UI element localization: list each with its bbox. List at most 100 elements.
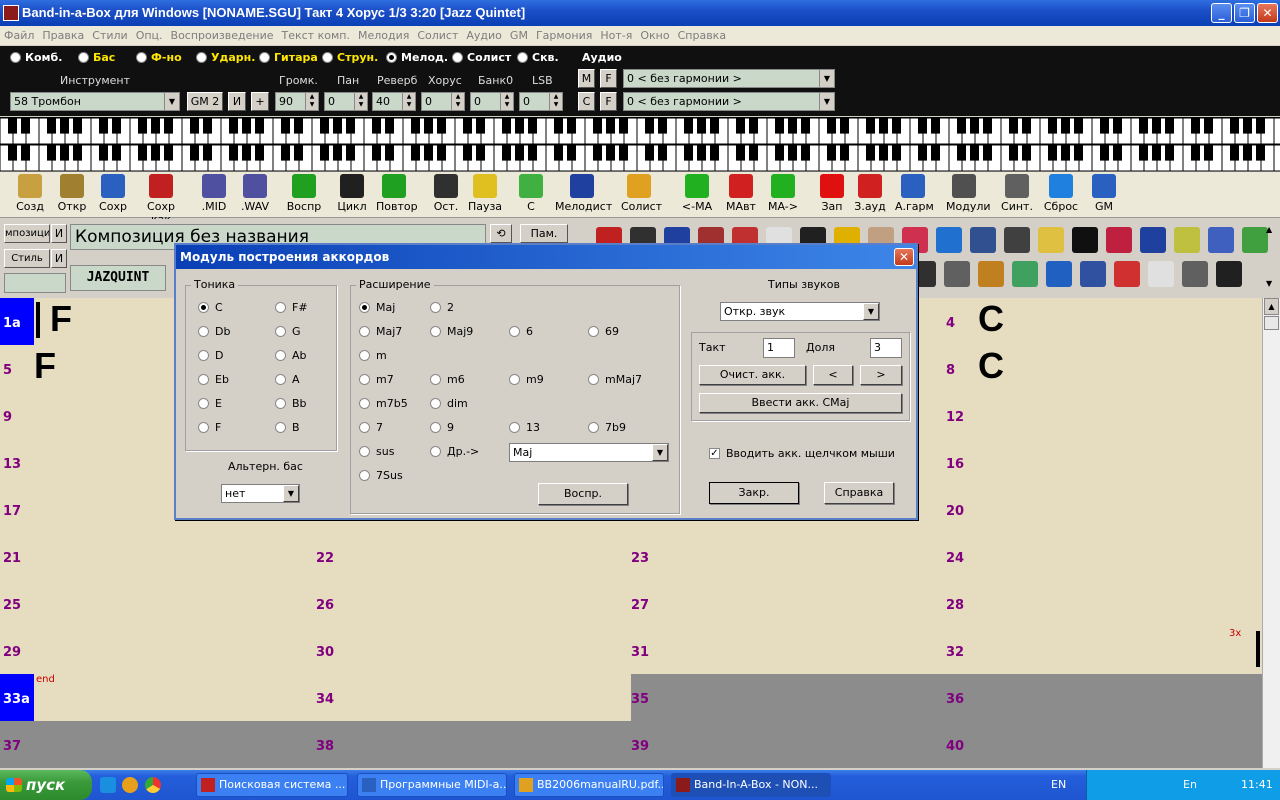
bar-number[interactable]: 31 <box>631 645 649 660</box>
bar-number[interactable]: 34 <box>316 692 334 707</box>
black-key[interactable] <box>606 145 615 161</box>
black-key[interactable] <box>8 145 17 161</box>
piano-keyboard[interactable] <box>0 117 1280 172</box>
black-key[interactable] <box>1061 118 1070 134</box>
black-key[interactable] <box>775 145 784 161</box>
black-key[interactable] <box>658 118 667 134</box>
black-key[interactable] <box>294 145 303 161</box>
style-button[interactable]: Стиль <box>4 249 50 268</box>
black-key[interactable] <box>606 118 615 134</box>
black-key[interactable] <box>918 118 927 134</box>
tool-icon-10[interactable] <box>936 227 962 253</box>
black-key[interactable] <box>190 145 199 161</box>
black-key[interactable] <box>593 145 602 161</box>
audio-c-button[interactable]: C <box>578 92 595 111</box>
black-key[interactable] <box>476 145 485 161</box>
black-key[interactable] <box>866 145 875 161</box>
part-radio-7[interactable]: Солист <box>452 51 511 64</box>
black-key[interactable] <box>463 118 472 134</box>
chord-symbol[interactable]: C <box>978 345 1004 387</box>
bar-number[interactable]: 29 <box>3 645 21 660</box>
black-key[interactable] <box>21 145 30 161</box>
toolbar-button-10[interactable]: Пауза <box>467 174 503 213</box>
tonic-radio[interactable]: Eb <box>198 373 229 386</box>
black-key[interactable] <box>593 118 602 134</box>
black-key[interactable] <box>866 118 875 134</box>
bar-number[interactable]: 24 <box>946 551 964 566</box>
close-dialog-button[interactable]: Закр. <box>709 482 799 504</box>
black-key[interactable] <box>1152 118 1161 134</box>
black-key[interactable] <box>1204 118 1213 134</box>
panel-scroll-up-icon[interactable]: ▲ <box>1266 225 1272 234</box>
black-key[interactable] <box>333 145 342 161</box>
black-key[interactable] <box>931 145 940 161</box>
tonic-radio[interactable]: C <box>198 301 223 314</box>
reverb-spinner[interactable]: 40 ▲ ▼ <box>372 92 416 111</box>
bar-number[interactable]: 4 <box>946 316 955 331</box>
extension-radio[interactable]: Maj9 <box>430 325 473 338</box>
tonic-radio[interactable]: Db <box>198 325 230 338</box>
black-key[interactable] <box>203 118 212 134</box>
bar-number[interactable]: 1a <box>3 316 21 331</box>
black-key[interactable] <box>1204 145 1213 161</box>
black-key[interactable] <box>528 145 537 161</box>
audio-f-button-2[interactable]: F <box>600 92 617 111</box>
black-key[interactable] <box>47 145 56 161</box>
black-key[interactable] <box>684 118 693 134</box>
extension-radio[interactable]: dim <box>430 397 468 410</box>
part-radio-5[interactable]: Струн. <box>322 51 378 64</box>
tonic-radio[interactable]: F# <box>275 301 308 314</box>
black-key[interactable] <box>983 118 992 134</box>
instrument-i-button[interactable]: И <box>228 92 246 111</box>
toolbar-button-11[interactable]: С <box>513 174 549 213</box>
bar-number[interactable]: 35 <box>631 692 649 707</box>
black-key[interactable] <box>1230 118 1239 134</box>
black-key[interactable] <box>502 145 511 161</box>
black-key[interactable] <box>1165 118 1174 134</box>
tool-icon-17[interactable] <box>1174 227 1200 253</box>
black-key[interactable] <box>892 118 901 134</box>
tonic-radio[interactable]: D <box>198 349 223 362</box>
extension-radio[interactable]: m7 <box>359 373 394 386</box>
close-button[interactable]: ✕ <box>1257 3 1278 23</box>
black-key[interactable] <box>1113 145 1122 161</box>
bar-number[interactable]: 30 <box>316 645 334 660</box>
tool-icon-14[interactable] <box>1072 227 1098 253</box>
bar-number[interactable]: 40 <box>946 739 964 754</box>
memory-button[interactable]: Пам. <box>520 224 568 243</box>
black-key[interactable] <box>567 118 576 134</box>
black-key[interactable] <box>567 145 576 161</box>
black-key[interactable] <box>372 145 381 161</box>
harmony-select-2[interactable]: 0 < без гармонии > ▼ <box>623 92 835 111</box>
black-key[interactable] <box>112 145 121 161</box>
toolbar-button-19[interactable]: А.гарм <box>895 174 934 213</box>
extension-radio[interactable]: 69 <box>588 325 619 338</box>
part-radio-0[interactable]: Комб. <box>10 51 62 64</box>
extension-radio[interactable]: 9 <box>430 421 454 434</box>
instrument-plus-button[interactable]: + <box>251 92 269 111</box>
black-key[interactable] <box>281 118 290 134</box>
menu-item[interactable]: Опц. <box>132 26 167 45</box>
black-key[interactable] <box>60 118 69 134</box>
refresh-icon[interactable]: ⟲ <box>490 224 512 243</box>
tonic-radio[interactable]: E <box>198 397 222 410</box>
tool-icon-r2-8[interactable] <box>1182 261 1208 287</box>
black-key[interactable] <box>749 118 758 134</box>
bar-number[interactable]: 16 <box>946 457 964 472</box>
black-key[interactable] <box>424 118 433 134</box>
gm2-button[interactable]: GM 2 <box>187 92 223 111</box>
language-indicator[interactable]: EN <box>1051 778 1066 791</box>
white-key[interactable] <box>1273 144 1280 172</box>
quicklaunch-icon-2[interactable] <box>122 777 138 793</box>
toolbar-button-13[interactable]: Солист <box>621 174 662 213</box>
chrome-icon[interactable] <box>145 777 161 793</box>
black-key[interactable] <box>424 145 433 161</box>
black-key[interactable] <box>73 145 82 161</box>
black-key[interactable] <box>151 145 160 161</box>
bar-number[interactable]: 39 <box>631 739 649 754</box>
black-key[interactable] <box>138 145 147 161</box>
black-key[interactable] <box>658 145 667 161</box>
black-key[interactable] <box>801 118 810 134</box>
altbass-select[interactable]: нет ▼ <box>221 484 300 503</box>
bar-number[interactable]: 26 <box>316 598 334 613</box>
